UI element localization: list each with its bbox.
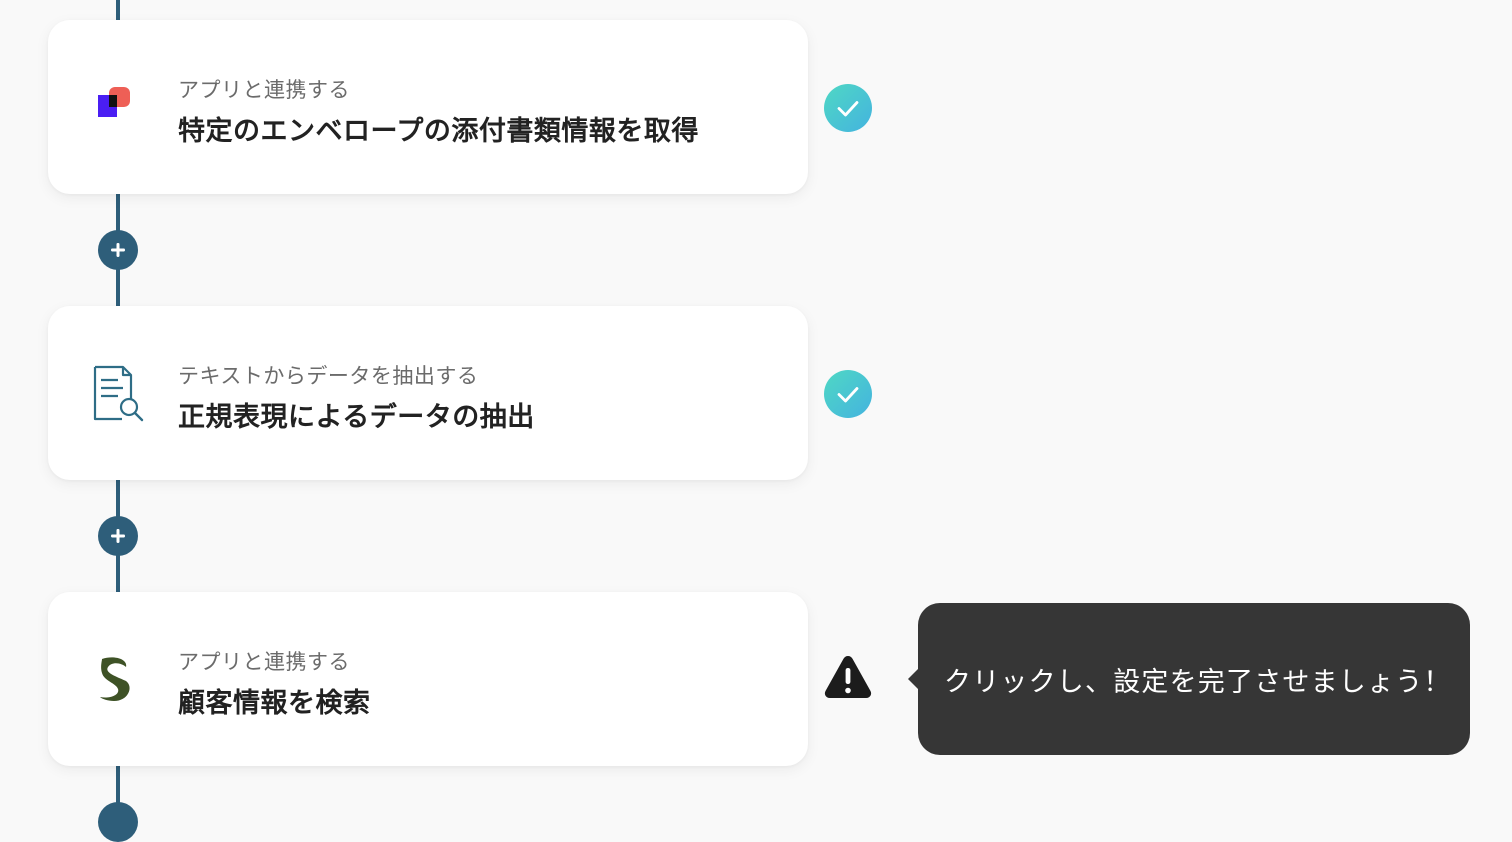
step-subtitle: テキストからデータを抽出する	[178, 364, 479, 388]
crm-app-icon	[100, 657, 130, 701]
docusign-app-icon	[98, 87, 130, 117]
step-title: 正規表現によるデータの抽出	[178, 402, 535, 433]
flow-connector-line	[116, 0, 120, 20]
add-step-button[interactable]	[98, 230, 138, 270]
step-complete-check	[824, 370, 872, 418]
checkmark-icon	[837, 101, 859, 117]
warning-icon[interactable]	[823, 653, 873, 699]
step-card-regex-extraction[interactable]: テキストからデータを抽出する 正規表現によるデータの抽出	[48, 306, 808, 480]
plus-icon	[111, 243, 125, 257]
step-subtitle: アプリと連携する	[178, 78, 350, 102]
step-card-search-customer[interactable]: アプリと連携する 顧客情報を検索	[48, 592, 808, 766]
add-step-button[interactable]	[98, 516, 138, 556]
plus-icon	[111, 529, 125, 543]
add-step-button[interactable]	[98, 802, 138, 842]
step-card-get-envelope-attachments[interactable]: アプリと連携する 特定のエンベロープの添付書類情報を取得	[48, 20, 808, 194]
document-search-icon	[93, 365, 144, 422]
tooltip-text: クリックし、設定を完了させましょう！	[944, 666, 1452, 698]
tooltip-arrow	[908, 669, 918, 689]
checkmark-icon	[837, 387, 859, 403]
setup-tooltip: クリックし、設定を完了させましょう！	[908, 603, 1470, 755]
step-complete-check	[824, 84, 872, 132]
step-subtitle: アプリと連携する	[178, 650, 350, 674]
step-title: 顧客情報を検索	[178, 688, 371, 719]
step-title: 特定のエンベロープの添付書類情報を取得	[178, 116, 699, 147]
